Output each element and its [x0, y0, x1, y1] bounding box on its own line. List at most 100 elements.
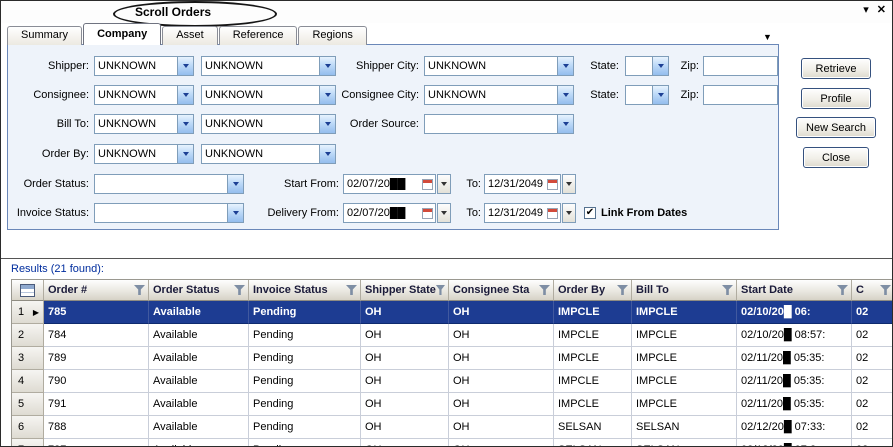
filter-icon[interactable] [837, 285, 848, 295]
row-header[interactable]: 4 [12, 370, 44, 393]
tab-company[interactable]: Company [83, 23, 161, 45]
delivery-from-date[interactable]: 02/07/20██ [343, 203, 436, 223]
start-to-dropdown[interactable] [562, 174, 576, 194]
cell: OH [449, 393, 554, 416]
row-header[interactable]: 7 [12, 439, 44, 447]
table-row[interactable]: 4790AvailablePendingOHOHIMPCLEIMPCLE02/1… [12, 370, 893, 393]
column-header[interactable]: Invoice Status [249, 280, 361, 301]
bill-to-code-value: UNKNOWN [95, 115, 177, 133]
dropdown-arrow-icon[interactable] [177, 86, 193, 104]
cell: OH [361, 324, 449, 347]
shipper-city-combo[interactable]: UNKNOWN [424, 56, 574, 76]
filter-icon[interactable] [880, 285, 891, 295]
column-header[interactable]: Shipper State [361, 280, 449, 301]
order-by-name-combo[interactable]: UNKNOWN [201, 144, 336, 164]
consignee-state-combo[interactable] [625, 85, 669, 105]
row-header[interactable]: 1▶ [12, 301, 44, 324]
filter-icon[interactable] [617, 285, 628, 295]
column-header[interactable]: Consignee Sta [449, 280, 554, 301]
tab-asset[interactable]: Asset [162, 26, 218, 45]
select-all-cell[interactable] [12, 280, 44, 301]
close-icon[interactable]: ✕ [877, 3, 886, 16]
cell: 02/10/20█ 06: [737, 301, 852, 324]
cell: IMPCLE [632, 301, 737, 324]
row-header[interactable]: 6 [12, 416, 44, 439]
order-by-code-combo[interactable]: UNKNOWN [94, 144, 194, 164]
table-row[interactable]: 7787AvailablePendingOHOHSELSANSELSAN02/1… [12, 439, 893, 447]
consignee-name-combo[interactable]: UNKNOWN [201, 85, 336, 105]
calendar-icon[interactable] [422, 208, 433, 219]
dropdown-arrow-icon[interactable] [227, 204, 243, 222]
start-to-date[interactable]: 12/31/2049 [484, 174, 561, 194]
filter-icon[interactable] [134, 285, 145, 295]
shipper-state-combo[interactable] [625, 56, 669, 76]
shipper-code-combo[interactable]: UNKNOWN [94, 56, 194, 76]
tab-regions[interactable]: Regions [298, 26, 366, 45]
dropdown-arrow-icon[interactable] [177, 145, 193, 163]
cell: 02 [852, 370, 893, 393]
column-header[interactable]: Order # [44, 280, 149, 301]
column-header[interactable]: C [852, 280, 893, 301]
cell: OH [449, 347, 554, 370]
row-header[interactable]: 5 [12, 393, 44, 416]
dropdown-arrow-icon[interactable] [319, 145, 335, 163]
dropdown-arrow-icon[interactable] [652, 57, 668, 75]
cell: Available [149, 370, 249, 393]
column-header[interactable]: Order By [554, 280, 632, 301]
start-from-dropdown[interactable] [437, 174, 451, 194]
cell: 02 [852, 393, 893, 416]
shipper-zip-input[interactable] [703, 56, 778, 76]
delivery-to-dropdown[interactable] [562, 203, 576, 223]
consignee-zip-input[interactable] [703, 85, 778, 105]
invoice-status-combo[interactable] [94, 203, 244, 223]
tab-summary[interactable]: Summary [7, 26, 82, 45]
order-source-combo[interactable] [424, 114, 574, 134]
dropdown-arrow-icon[interactable] [177, 115, 193, 133]
row-header[interactable]: 2 [12, 324, 44, 347]
table-row[interactable]: 5791AvailablePendingOHOHIMPCLEIMPCLE02/1… [12, 393, 893, 416]
close-button[interactable]: Close [803, 147, 869, 168]
dropdown-arrow-icon[interactable] [652, 86, 668, 104]
shipper-name-combo[interactable]: UNKNOWN [201, 56, 336, 76]
retrieve-button[interactable]: Retrieve [801, 58, 871, 79]
cell: 02/13/20█ 07:3 [737, 439, 852, 447]
calendar-icon[interactable] [547, 179, 558, 190]
row-header[interactable]: 3 [12, 347, 44, 370]
table-row[interactable]: 2784AvailablePendingOHOHIMPCLEIMPCLE02/1… [12, 324, 893, 347]
order-status-combo[interactable] [94, 174, 244, 194]
bill-to-name-combo[interactable]: UNKNOWN [201, 114, 336, 134]
filter-icon[interactable] [722, 285, 733, 295]
table-row[interactable]: 3789AvailablePendingOHOHIMPCLEIMPCLE02/1… [12, 347, 893, 370]
panel-menu-icon[interactable]: ▾ [863, 3, 869, 16]
column-header[interactable]: Order Status [149, 280, 249, 301]
column-header-label: Invoice Status [253, 284, 328, 296]
table-row[interactable]: 1▶785AvailablePendingOHOHIMPCLEIMPCLE02/… [12, 301, 893, 324]
profile-button[interactable]: Profile [801, 88, 871, 109]
filter-icon[interactable] [539, 285, 550, 295]
dropdown-arrow-icon[interactable] [557, 57, 573, 75]
filter-icon[interactable] [234, 285, 245, 295]
link-from-dates-checkbox[interactable]: ✔ [584, 207, 596, 219]
delivery-to-date[interactable]: 12/31/2049 [484, 203, 561, 223]
tab-reference[interactable]: Reference [219, 26, 298, 45]
calendar-icon[interactable] [422, 179, 433, 190]
order-by-code-value: UNKNOWN [95, 145, 177, 163]
calendar-icon[interactable] [547, 208, 558, 219]
start-from-date[interactable]: 02/07/20██ [343, 174, 436, 194]
delivery-from-dropdown[interactable] [437, 203, 451, 223]
column-header[interactable]: Bill To [632, 280, 737, 301]
dropdown-arrow-icon[interactable] [557, 115, 573, 133]
new-search-button[interactable]: New Search [796, 117, 876, 138]
dropdown-arrow-icon[interactable] [227, 175, 243, 193]
bill-to-code-combo[interactable]: UNKNOWN [94, 114, 194, 134]
consignee-city-combo[interactable]: UNKNOWN [424, 85, 574, 105]
filter-icon[interactable] [346, 285, 357, 295]
cell: 02/10/20█ 08:57: [737, 324, 852, 347]
filter-icon[interactable] [436, 285, 445, 295]
dropdown-arrow-icon[interactable] [177, 57, 193, 75]
consignee-code-combo[interactable]: UNKNOWN [94, 85, 194, 105]
table-row[interactable]: 6788AvailablePendingOHOHSELSANSELSAN02/1… [12, 416, 893, 439]
column-header[interactable]: Start Date [737, 280, 852, 301]
tabs-overflow-icon[interactable]: ▼ [763, 32, 772, 42]
dropdown-arrow-icon[interactable] [557, 86, 573, 104]
